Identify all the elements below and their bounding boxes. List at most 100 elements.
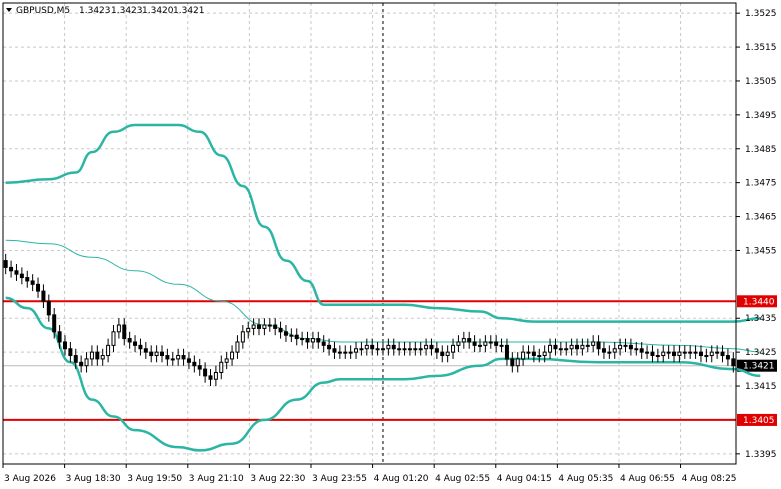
candle-body (224, 358, 229, 363)
candle-body (208, 375, 213, 380)
x-tick-label: 4 Aug 06:55 (620, 474, 675, 484)
candle-body (354, 348, 359, 353)
candle-body (731, 358, 736, 367)
price-level-label: 1.3440 (743, 297, 775, 307)
candle-body (343, 351, 348, 354)
candle-body (456, 341, 461, 346)
candle-body (235, 341, 240, 353)
candle-body (25, 277, 30, 282)
candle-body (111, 331, 116, 346)
candle-body (246, 327, 251, 333)
candle-body (278, 327, 283, 333)
candle-body (477, 344, 482, 347)
candle-body (461, 338, 466, 343)
candle-body (682, 351, 687, 354)
candle-body (9, 266, 14, 272)
candle-body (661, 351, 666, 357)
candle-body (434, 348, 439, 353)
candle-body (36, 283, 41, 292)
candle-body (68, 348, 73, 357)
candle-body (698, 351, 703, 357)
candle-body (655, 355, 660, 358)
candle-body (558, 348, 563, 351)
candle-body (289, 334, 294, 337)
candle-body (332, 348, 337, 353)
candle-body (688, 351, 693, 354)
candle-body (283, 331, 288, 336)
candle-body (650, 351, 655, 357)
candle-body (591, 341, 596, 346)
candle-body (585, 344, 590, 347)
candle-body (321, 341, 326, 346)
y-tick-label: 1.3395 (745, 450, 777, 460)
x-tick-label: 4 Aug 08:25 (682, 474, 737, 484)
candle-body (364, 344, 369, 350)
candle-body (337, 351, 342, 354)
candle-body (407, 348, 412, 351)
chart-window[interactable]: 1.3440 1.3405 1.3421 1.3525 1.3515 1.3505 1.3… (0, 0, 781, 489)
x-tick-label: 3 Aug 21:10 (189, 474, 244, 484)
candle-body (531, 351, 536, 357)
candle-body (467, 338, 472, 343)
x-tick-label: 3 Aug 2026 (4, 474, 56, 484)
candle-body (267, 324, 272, 327)
y-tick-label: 1.3485 (745, 145, 777, 155)
candle-body (440, 351, 445, 357)
candle-body (510, 358, 515, 367)
candle-body (380, 348, 385, 351)
candle-body (165, 355, 170, 360)
y-tick-label: 1.3495 (745, 111, 777, 121)
candle-body (672, 351, 677, 357)
candle-body (445, 351, 450, 357)
candle-body (62, 341, 67, 350)
y-tick-label: 1.3435 (745, 314, 777, 324)
candle-body (348, 351, 353, 354)
candle-body (95, 351, 100, 360)
candle-body (159, 351, 164, 357)
x-tick-label: 4 Aug 05:35 (558, 474, 613, 484)
candle-body (429, 344, 434, 350)
candle-body (418, 348, 423, 351)
candle-body (596, 341, 601, 350)
x-tick-label: 4 Aug 01:20 (374, 474, 429, 484)
candle-body (305, 338, 310, 343)
candle-body (251, 324, 256, 329)
candle-body (127, 338, 132, 343)
candle-body (386, 344, 391, 350)
candle-body (84, 358, 89, 367)
candle-body (46, 300, 51, 316)
candle-body (494, 341, 499, 346)
candle-body (3, 260, 8, 268)
candle-body (192, 361, 197, 367)
candle-body (720, 351, 725, 357)
candle-body (575, 344, 580, 350)
candle-body (359, 348, 364, 351)
x-tick-label: 4 Aug 04:15 (497, 474, 552, 484)
candle-body (30, 280, 35, 285)
candle-body (725, 355, 730, 360)
candle-body (170, 358, 175, 361)
candle-body (327, 344, 332, 350)
candle-body (709, 351, 714, 357)
candle-body (57, 331, 62, 343)
candle-body (375, 348, 380, 351)
candle-body (14, 270, 19, 275)
price-level-label: 1.3405 (743, 416, 775, 426)
candle-body (504, 344, 509, 360)
candle-body (628, 344, 633, 350)
candle-body (143, 348, 148, 353)
candle-body (316, 338, 321, 343)
candle-body (230, 351, 235, 360)
candle-body (41, 290, 46, 302)
price-chart[interactable]: 1.3440 1.3405 1.3421 1.3525 1.3515 1.3505 1.3… (0, 0, 781, 489)
candle-body (73, 355, 78, 363)
candle-body (499, 344, 504, 347)
candle-body (116, 324, 121, 333)
x-tick-label: 3 Aug 22:30 (250, 474, 305, 484)
y-tick-label: 1.3525 (745, 9, 777, 19)
symbol-label: GBPUSD,M5 (16, 6, 70, 16)
candle-body (666, 351, 671, 354)
candle-body (397, 348, 402, 351)
close-value: 1.3421 (173, 6, 205, 16)
candle-body (472, 341, 477, 346)
